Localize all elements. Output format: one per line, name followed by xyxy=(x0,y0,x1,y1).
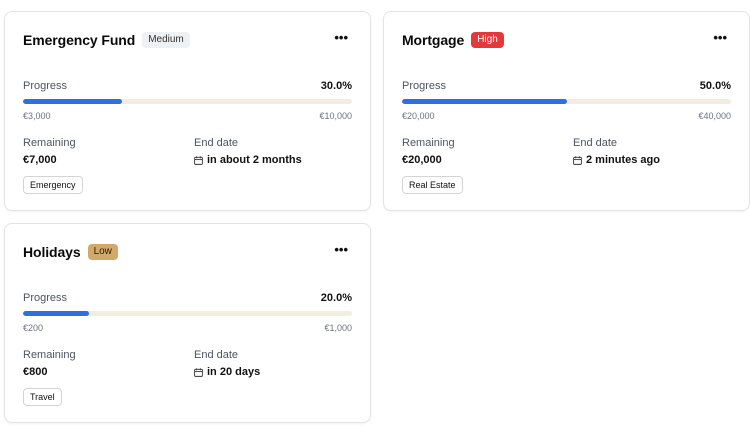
ellipsis-icon[interactable]: ••• xyxy=(713,31,727,44)
end-date-label: End date xyxy=(573,137,618,149)
remaining-label: Remaining xyxy=(23,137,76,149)
end-date-value: 2 minutes ago xyxy=(586,154,660,166)
end-date-block: End date in 20 days xyxy=(194,349,260,379)
end-date-block: End date in about 2 months xyxy=(194,137,302,167)
goal-card-header: Emergency Fund Medium ••• xyxy=(23,30,352,50)
goal-title: Emergency Fund xyxy=(23,32,136,48)
priority-badge: Medium xyxy=(142,32,190,48)
goal-card: Holidays Low ••• Progress 20.0% €200 €1,… xyxy=(4,223,371,423)
end-date-value: in about 2 months xyxy=(207,154,302,166)
calendar-icon xyxy=(194,368,203,377)
progress-bar xyxy=(23,99,352,104)
ellipsis-icon[interactable]: ••• xyxy=(334,243,348,256)
goals-grid: Emergency Fund Medium ••• Progress 30.0%… xyxy=(0,0,750,440)
goal-card: Mortgage High ••• Progress 50.0% €20,000… xyxy=(383,11,750,211)
calendar-icon xyxy=(194,156,203,165)
start-amount: €200 xyxy=(23,323,44,333)
remaining-block: Remaining €800 xyxy=(23,349,76,379)
category-tag[interactable]: Emergency xyxy=(23,176,83,194)
target-amount: €40,000 xyxy=(698,111,731,121)
remaining-value: €800 xyxy=(23,366,48,378)
end-date-value: in 20 days xyxy=(207,366,261,378)
goal-title: Mortgage xyxy=(402,32,465,48)
target-amount: €10,000 xyxy=(319,111,352,121)
progress-bar-fill xyxy=(23,311,89,316)
category-tag[interactable]: Real Estate xyxy=(402,176,463,194)
priority-badge: High xyxy=(471,32,504,48)
goal-title: Holidays xyxy=(23,244,81,260)
progress-label: Progress xyxy=(23,80,68,92)
goal-card-header: Holidays Low ••• xyxy=(23,242,352,262)
end-date-block: End date 2 minutes ago xyxy=(573,137,660,167)
calendar-icon xyxy=(573,156,582,165)
remaining-value: €7,000 xyxy=(23,154,57,166)
progress-bar xyxy=(402,99,731,104)
progress-bar-fill xyxy=(402,99,567,104)
remaining-label: Remaining xyxy=(402,137,455,149)
start-amount: €3,000 xyxy=(23,111,51,121)
progress-bar xyxy=(23,311,352,316)
remaining-block: Remaining €20,000 xyxy=(402,137,455,167)
progress-percent: 20.0% xyxy=(320,292,352,304)
target-amount: €1,000 xyxy=(324,323,352,333)
ellipsis-icon[interactable]: ••• xyxy=(334,31,348,44)
remaining-block: Remaining €7,000 xyxy=(23,137,76,167)
progress-label: Progress xyxy=(402,80,447,92)
goal-card-header: Mortgage High ••• xyxy=(402,30,731,50)
category-tag[interactable]: Travel xyxy=(23,388,62,406)
start-amount: €20,000 xyxy=(402,111,435,121)
end-date-label: End date xyxy=(194,349,239,361)
progress-percent: 50.0% xyxy=(699,80,731,92)
progress-label: Progress xyxy=(23,292,68,304)
end-date-label: End date xyxy=(194,137,239,149)
remaining-label: Remaining xyxy=(23,349,76,361)
progress-percent: 30.0% xyxy=(320,80,352,92)
progress-bar-fill xyxy=(23,99,122,104)
remaining-value: €20,000 xyxy=(402,154,442,166)
goal-card: Emergency Fund Medium ••• Progress 30.0%… xyxy=(4,11,371,211)
priority-badge: Low xyxy=(87,244,118,260)
